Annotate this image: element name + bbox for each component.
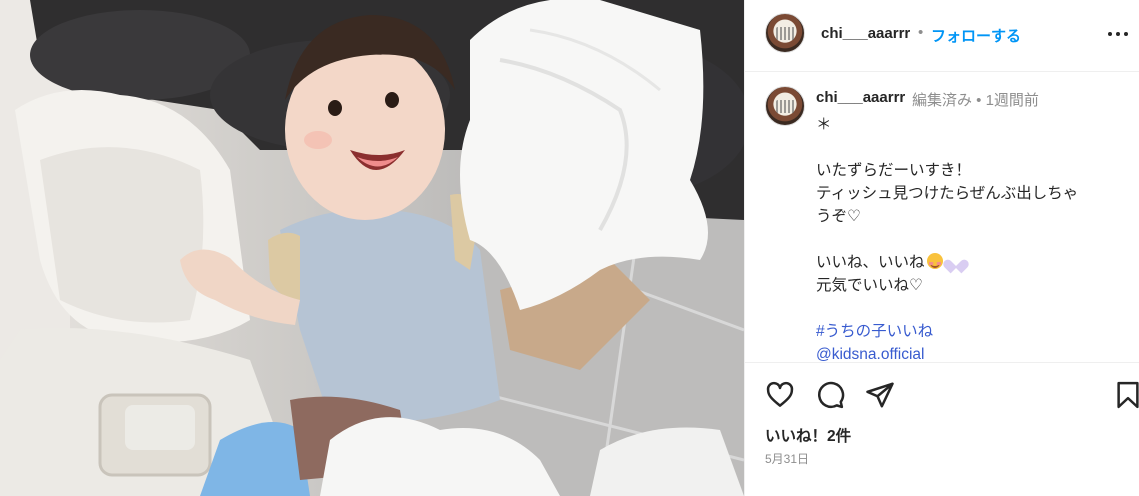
more-horizontal-icon[interactable] [1106, 24, 1130, 44]
post-header: chi___aaarrr • フォローする [745, 0, 1139, 72]
bookmark-icon[interactable] [1113, 380, 1139, 410]
author-avatar[interactable] [765, 13, 805, 53]
caption-line: ＊ [816, 116, 832, 133]
caption-username[interactable]: chi___aaarrr [816, 89, 905, 106]
caption-line: ティッシュ見つけたらぜんぶ出しちゃ [816, 185, 1079, 202]
caption-line [816, 136, 1126, 159]
mention-link[interactable]: @kidsna.official [816, 343, 1126, 361]
smiling-face-emoji-icon [926, 253, 943, 269]
caption-line-with-emoji: いいね、いいね [816, 251, 1126, 274]
post-sidebar: chi___aaarrr • フォローする chi___aaarrr 編集済み … [744, 0, 1139, 496]
caption-section: chi___aaarrr 編集済み • 1週間前 ＊ いたずらだーいすき！ ティ… [745, 73, 1139, 361]
caption-line: いたずらだーいすき！ [816, 162, 972, 179]
comment-icon[interactable] [815, 380, 845, 410]
photo-illustration [0, 0, 744, 496]
light-purple-heart-emoji-icon [948, 254, 964, 268]
header-separator: • [918, 24, 924, 41]
caption-author-avatar[interactable] [765, 86, 805, 126]
paper-plane-icon[interactable] [865, 380, 895, 410]
heart-outline-icon[interactable] [765, 380, 795, 410]
caption-line: 元気でいいね♡ [816, 277, 923, 294]
follow-button[interactable]: フォローする [931, 25, 1021, 46]
caption-line [816, 228, 1126, 251]
caption-line: いいね、いいね [816, 254, 925, 271]
caption-line: うぞ♡ [816, 208, 861, 225]
caption-text: ＊ いたずらだーいすき！ ティッシュ見つけたらぜんぶ出しちゃ うぞ♡ いいね、い… [816, 113, 1126, 361]
likes-count[interactable]: いいね！2件 [765, 424, 851, 446]
author-username[interactable]: chi___aaarrr [821, 25, 910, 42]
post-photo[interactable] [0, 0, 744, 496]
action-bar: いいね！2件 5月31日 [745, 362, 1139, 496]
caption-line [816, 297, 1126, 320]
post-date[interactable]: 5月31日 [765, 450, 809, 467]
caption-meta: 編集済み • 1週間前 [912, 92, 1039, 109]
hashtag-link[interactable]: #うちの子いいね [816, 320, 1126, 343]
